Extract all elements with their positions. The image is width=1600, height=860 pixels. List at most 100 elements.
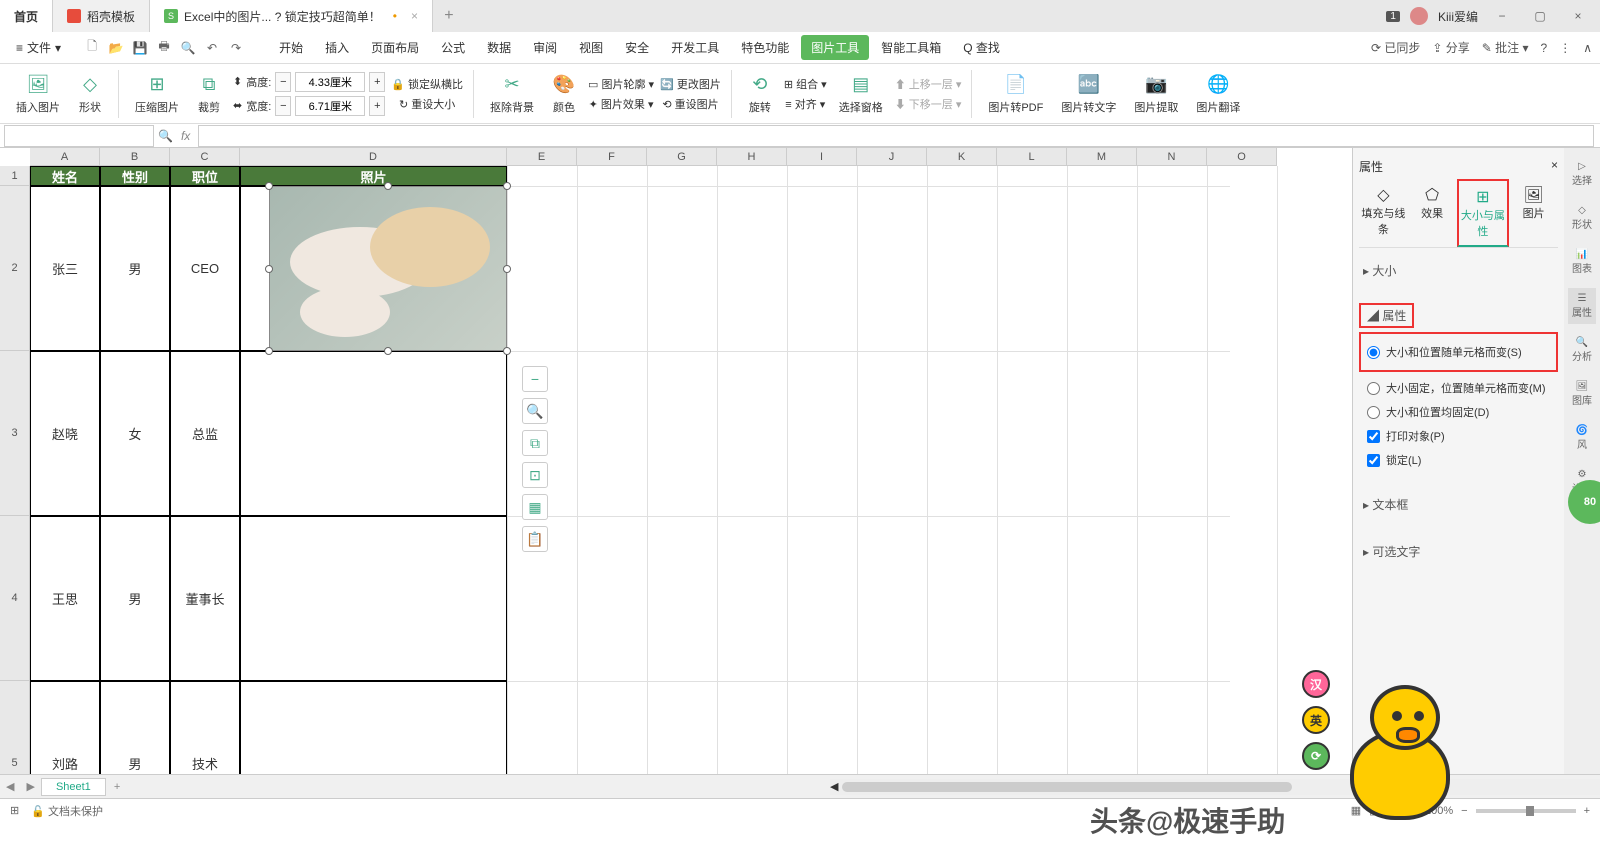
undo-icon[interactable]: ↶ — [203, 39, 221, 57]
col-header[interactable]: B — [100, 148, 170, 166]
side-gallery[interactable]: 🖼图库 — [1568, 376, 1596, 412]
col-header[interactable]: G — [647, 148, 717, 166]
menutab-smart[interactable]: 智能工具箱 — [871, 35, 951, 60]
more-icon[interactable]: ⋮ — [1559, 41, 1571, 55]
effect-button[interactable]: ✦ 图片效果 ▾ — [589, 96, 654, 112]
close-window-icon[interactable]: × — [1564, 2, 1592, 30]
crop-tool[interactable]: ⧉ — [522, 430, 548, 456]
rotate-button[interactable]: ⟲旋转 — [742, 71, 778, 117]
side-shape[interactable]: ◇形状 — [1568, 200, 1596, 236]
insert-picture-button[interactable]: 🖼插入图片 — [10, 71, 66, 117]
name-box[interactable] — [4, 125, 154, 147]
side-select[interactable]: ▷选择 — [1568, 156, 1596, 192]
send-backward-button[interactable]: ⬇ 下移一层 ▾ — [895, 96, 962, 112]
resize-handle[interactable] — [265, 182, 273, 190]
menutab-picture[interactable]: 图片工具 — [801, 35, 869, 60]
section-alt[interactable]: ▸ 可选文字 — [1359, 537, 1558, 566]
height-dec[interactable]: − — [275, 72, 291, 92]
horizontal-scrollbar[interactable]: ◀ — [830, 779, 1600, 795]
crop-button[interactable]: ⧉裁剪 — [191, 71, 227, 117]
width-input[interactable] — [295, 96, 365, 116]
radio-move-only[interactable]: 大小固定，位置随单元格而变(M) — [1359, 376, 1558, 400]
redo-icon[interactable]: ↷ — [227, 39, 245, 57]
bring-forward-button[interactable]: ⬆ 上移一层 ▾ — [895, 76, 962, 92]
check-lock[interactable]: 锁定(L) — [1359, 448, 1558, 472]
side-props[interactable]: ☰属性 — [1568, 288, 1596, 324]
resize-handle[interactable] — [503, 347, 511, 355]
panel-tab-fill[interactable]: ◇填充与线条 — [1359, 179, 1408, 247]
col-header[interactable]: F — [577, 148, 647, 166]
menutab-view[interactable]: 视图 — [569, 35, 613, 60]
maximize-icon[interactable]: ▢ — [1526, 2, 1554, 30]
resize-handle[interactable] — [265, 265, 273, 273]
reset-pic-button[interactable]: ⟲ 重设图片 — [662, 96, 718, 112]
zoom-slider[interactable] — [1476, 809, 1576, 813]
zoom-out-tool[interactable]: − — [522, 366, 548, 392]
panel-tab-picture[interactable]: 🖼图片 — [1509, 179, 1558, 247]
close-icon[interactable]: × — [411, 9, 418, 23]
menutab-formula[interactable]: 公式 — [431, 35, 475, 60]
sheet-prev[interactable]: ◀ — [0, 780, 20, 793]
tab-home[interactable]: 首页 — [0, 0, 53, 32]
open-icon[interactable]: 📂 — [107, 39, 125, 57]
menutab-security[interactable]: 安全 — [615, 35, 659, 60]
table-cell[interactable]: 刘路 — [30, 681, 100, 774]
tab-add[interactable]: + — [433, 7, 465, 25]
avatar[interactable] — [1410, 7, 1428, 25]
height-inc[interactable]: + — [369, 72, 385, 92]
table-cell[interactable]: 男 — [100, 516, 170, 681]
zoom-in[interactable]: + — [1584, 805, 1590, 817]
zoom-in-tool[interactable]: 🔍 — [522, 398, 548, 424]
resize-handle[interactable] — [384, 347, 392, 355]
col-header[interactable]: H — [717, 148, 787, 166]
zoom-name-icon[interactable]: 🔍 — [158, 129, 173, 143]
to-text-button[interactable]: 🔤图片转文字 — [1055, 71, 1122, 117]
col-header[interactable]: O — [1207, 148, 1277, 166]
height-input[interactable] — [295, 72, 365, 92]
section-textbox[interactable]: ▸ 文本框 — [1359, 490, 1558, 519]
check-print[interactable]: 打印对象(P) — [1359, 424, 1558, 448]
sheet-tab-1[interactable]: Sheet1 — [41, 778, 106, 796]
table-cell[interactable]: 董事长 — [170, 516, 240, 681]
col-header[interactable]: L — [997, 148, 1067, 166]
sheet-add[interactable]: + — [106, 781, 128, 793]
row-header[interactable]: 3 — [0, 351, 30, 516]
section-properties[interactable]: ◢ 属性 — [1359, 303, 1414, 328]
extract-button[interactable]: 📷图片提取 — [1128, 71, 1184, 117]
menutab-start[interactable]: 开始 — [269, 35, 313, 60]
side-analyze[interactable]: 🔍分析 — [1568, 332, 1596, 368]
save-icon[interactable]: 💾 — [131, 39, 149, 57]
table-cell[interactable]: 张三 — [30, 186, 100, 351]
table-cell[interactable]: 技术 — [170, 681, 240, 774]
file-menu[interactable]: ≡ 文件 ▾ — [8, 39, 69, 56]
compress-button[interactable]: ⊞压缩图片 — [129, 71, 185, 117]
new-icon[interactable]: 🗋 — [83, 39, 101, 57]
table-cell[interactable]: 赵晓 — [30, 351, 100, 516]
more-tool[interactable]: 📋 — [522, 526, 548, 552]
reset-size-button[interactable]: ↻ 重设大小 — [399, 96, 455, 112]
shape-button[interactable]: ◇形状 — [72, 71, 108, 117]
grid-icon[interactable]: ⊞ — [10, 804, 19, 817]
menutab-layout[interactable]: 页面布局 — [361, 35, 429, 60]
row-header[interactable]: 4 — [0, 516, 30, 681]
formula-input[interactable] — [198, 125, 1594, 147]
lock-ratio-check[interactable]: 🔒 锁定纵横比 — [391, 76, 463, 92]
table-cell[interactable]: 男 — [100, 681, 170, 774]
selected-picture[interactable] — [269, 186, 507, 351]
menutab-data[interactable]: 数据 — [477, 35, 521, 60]
print-icon[interactable]: 🖶 — [155, 39, 173, 57]
radio-move-size[interactable]: 大小和位置随单元格而变(S) — [1367, 340, 1550, 364]
menutab-insert[interactable]: 插入 — [315, 35, 359, 60]
row-header[interactable]: 2 — [0, 186, 30, 351]
layer-tool[interactable]: ▦ — [522, 494, 548, 520]
row-header[interactable]: 1 — [0, 166, 30, 186]
spreadsheet-grid[interactable]: ABCDEFGHIJKLMNO 12345 姓名性别职位照片张三男CEO赵晓女总… — [0, 148, 1352, 774]
menutab-feature[interactable]: 特色功能 — [731, 35, 799, 60]
table-cell[interactable]: 王思 — [30, 516, 100, 681]
change-pic-button[interactable]: 🔄 更改图片 — [660, 76, 721, 92]
table-cell[interactable]: CEO — [170, 186, 240, 351]
tab-templates[interactable]: 稻壳模板 — [53, 0, 150, 32]
comment-button[interactable]: ✎ 批注 ▾ — [1482, 39, 1529, 56]
menutab-search[interactable]: Q 查找 — [953, 35, 1010, 60]
tab-document[interactable]: SExcel中的图片... ? 锁定技巧超简单！•× — [150, 0, 433, 32]
